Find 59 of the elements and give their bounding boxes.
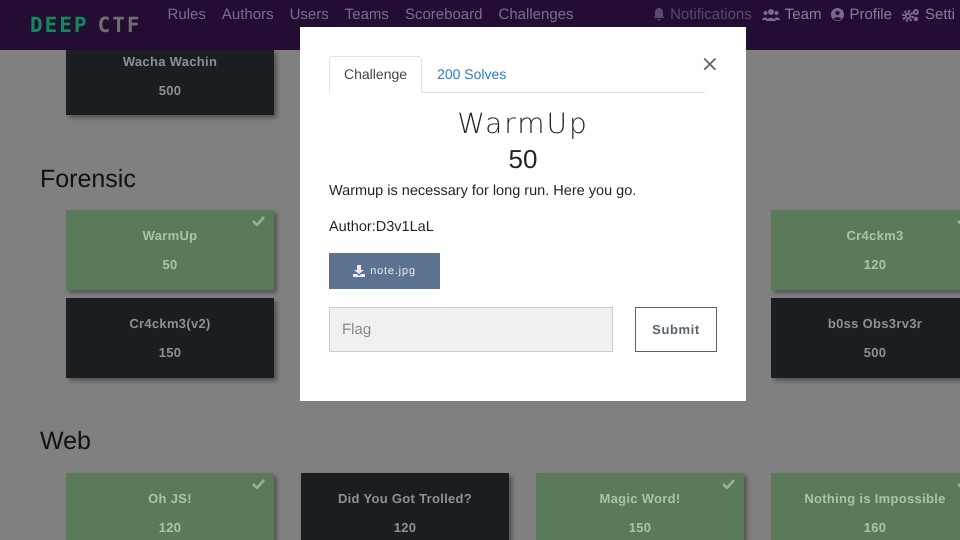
user-circle-icon (831, 8, 844, 21)
nav-link[interactable]: Users (282, 6, 337, 23)
tab[interactable]: Challenge (329, 56, 422, 93)
challenge-card[interactable]: Cr4ckm3 120 (771, 210, 960, 290)
check-icon (252, 216, 265, 226)
nav-link[interactable]: Challenges (490, 6, 582, 23)
nav-link[interactable]: Team (756, 6, 826, 23)
check-icon (252, 479, 265, 489)
challenge-points: 50 (162, 257, 178, 272)
users-icon (762, 8, 780, 21)
check-icon (722, 479, 735, 489)
nav-link[interactable]: Setti (896, 6, 960, 23)
challenge-points: 120 (864, 257, 886, 272)
nav-link[interactable]: Notifications (648, 6, 757, 23)
nav-link[interactable]: Teams (336, 6, 397, 23)
nav-link[interactable]: Rules (160, 6, 214, 23)
challenge-name: Cr4ckm3 (846, 228, 904, 243)
challenge-name: WarmUp (142, 228, 198, 243)
close-button[interactable]: × (700, 54, 719, 76)
nav-link[interactable]: Authors (214, 6, 282, 23)
challenge-name: Wacha Wachin (122, 54, 218, 68)
submit-button[interactable]: Submit (635, 307, 717, 352)
gears-icon (902, 8, 920, 22)
flag-field[interactable]: Flag (329, 307, 613, 352)
challenge-card[interactable]: Oh JS! 120 (66, 473, 274, 540)
challenge-name: Did You Got Trolled? (338, 491, 472, 506)
challenge-card[interactable]: Nothing is Impossible 160 (771, 473, 960, 540)
challenge-card[interactable]: Wacha Wachin 500 (66, 50, 274, 115)
challenge-points: 160 (864, 520, 886, 535)
challenge-points: 120 (158, 520, 182, 535)
challenge-card[interactable]: Magic Word! 150 (536, 473, 744, 540)
challenge-name: Magic Word! (599, 491, 681, 506)
tab[interactable]: 200 Solves (422, 56, 522, 93)
nav-link[interactable]: Profile (826, 6, 897, 23)
author-text: Author:D3v1LaL (329, 218, 435, 237)
logo-text[interactable]: CTF (98, 13, 142, 37)
challenge-name: Cr4ckm3(v2) (129, 316, 211, 331)
challenge-card[interactable]: b0ss Obs3rv3r 500 (771, 298, 960, 378)
logo-text[interactable]: DEEP (30, 13, 89, 37)
challenge-name: b0ss Obs3rv3r (828, 316, 922, 331)
download-icon (353, 265, 366, 277)
challenge-name: Nothing is Impossible (804, 491, 946, 506)
challenge-points: 150 (628, 520, 652, 535)
challenge-card[interactable]: WarmUp 50 (66, 210, 274, 290)
challenge-title: WarmUp (456, 107, 590, 141)
challenge-points: 50 (508, 143, 538, 175)
challenge-points: 500 (864, 345, 886, 360)
challenge-points: 150 (158, 345, 182, 360)
challenge-description: Warmup is necessary for long run. Here you go. (329, 182, 638, 201)
download-button[interactable]: note.jpg (329, 253, 440, 289)
challenge-points: 120 (394, 520, 416, 535)
challenge-name: Oh JS! (148, 491, 192, 506)
category-heading: Forensic (40, 164, 136, 194)
challenge-points: 500 (158, 82, 182, 98)
bell-icon (653, 8, 666, 21)
challenge-card[interactable]: Did You Got Trolled? 120 (301, 473, 509, 540)
nav-link[interactable]: Scoreboard (396, 6, 490, 23)
category-heading: Web (40, 426, 91, 456)
challenge-card[interactable]: Cr4ckm3(v2) 150 (66, 298, 274, 378)
